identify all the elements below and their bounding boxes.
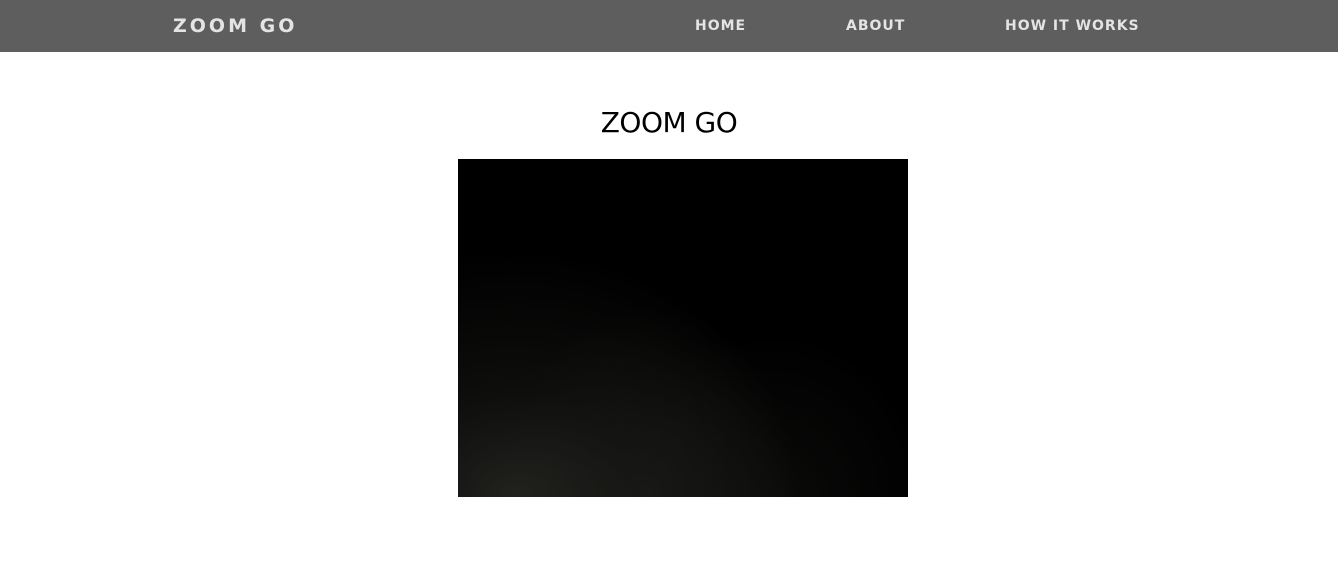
- navbar: ZOOM GO HOME ABOUT HOW IT WORKS: [0, 0, 1338, 52]
- nav-link-about[interactable]: ABOUT: [846, 16, 905, 36]
- video-frame-texture: [458, 159, 908, 497]
- brand-logo-link[interactable]: ZOOM GO: [173, 13, 297, 39]
- page-title: ZOOM GO: [600, 106, 738, 139]
- camera-video-feed[interactable]: [458, 159, 908, 497]
- nav-link-how-it-works[interactable]: HOW IT WORKS: [1005, 16, 1140, 36]
- nav-link-home[interactable]: HOME: [695, 16, 746, 36]
